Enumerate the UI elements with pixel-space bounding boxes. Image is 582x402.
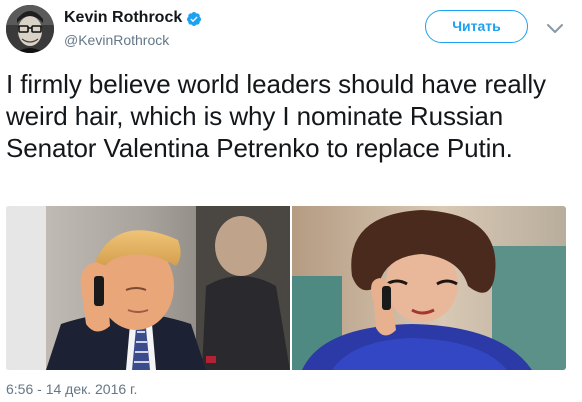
photo-man-on-phone: [6, 206, 290, 370]
verified-badge-icon: [187, 11, 202, 26]
tweet-timestamp[interactable]: 6:56 - 14 дек. 2016 г.: [6, 381, 137, 397]
media-photo[interactable]: [292, 206, 566, 370]
author-name[interactable]: Kevin Rothrock: [64, 9, 202, 27]
follow-button[interactable]: Читать: [425, 10, 528, 43]
tweet-card: Kevin Rothrock @KevinRothrock Читать I f…: [0, 0, 582, 402]
photo-woman-on-phone: [292, 206, 566, 370]
tweet-text: I firmly believe world leaders should ha…: [6, 69, 546, 163]
author-handle[interactable]: @KevinRothrock: [64, 32, 169, 48]
author-name-text: Kevin Rothrock: [64, 9, 183, 26]
avatar-image: [6, 5, 54, 53]
media-photo[interactable]: [6, 206, 290, 370]
tweet-media[interactable]: [6, 206, 566, 370]
avatar[interactable]: [6, 5, 54, 53]
chevron-down-icon[interactable]: [546, 22, 564, 34]
